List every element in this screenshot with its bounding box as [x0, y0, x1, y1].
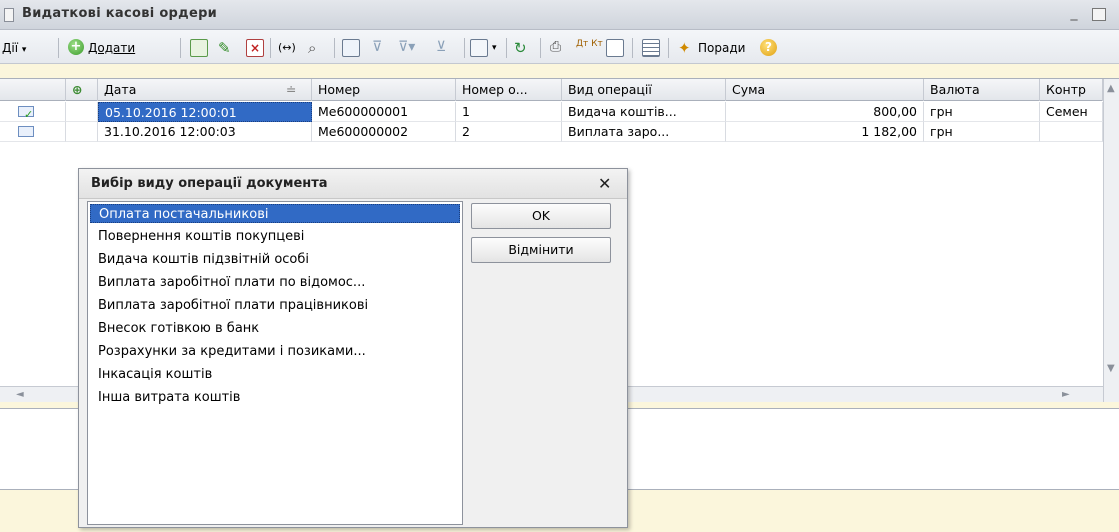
row-in-number[interactable]: 1: [456, 102, 562, 122]
document-icon: [18, 126, 34, 137]
toolbar-separator: [540, 38, 541, 58]
operation-type-dialog: Вибір виду операції документа ✕ Оплата п…: [78, 168, 628, 528]
cancel-button[interactable]: Відмінити: [471, 237, 611, 263]
tips-button[interactable]: Поради: [698, 37, 745, 59]
row-contractor[interactable]: Семен: [1040, 102, 1103, 122]
toolbar-separator: [464, 38, 465, 58]
list-item[interactable]: Інкасація коштів: [90, 365, 460, 384]
tips-icon: ✦: [678, 39, 691, 57]
header-operation[interactable]: Вид операції: [562, 79, 726, 101]
header-number[interactable]: Номер: [312, 79, 456, 101]
toolbar: Дії ▾ + Додати ✎ × (↔) ⌕ ⊽ ⊽▾ ⊻ ▾ ↻ ⎙ Дт…: [0, 30, 1119, 64]
search-icon[interactable]: ⌕: [308, 39, 326, 57]
scroll-up-icon[interactable]: ▲: [1107, 83, 1115, 94]
row-operation[interactable]: Виплата заро...: [562, 122, 726, 142]
header-sum[interactable]: Сума: [726, 79, 924, 101]
operation-type-list[interactable]: Оплата постачальникові Повернення коштів…: [87, 201, 463, 525]
header-posted: ⊕: [66, 79, 98, 101]
close-icon[interactable]: ✕: [598, 174, 611, 193]
header-status: [0, 79, 66, 101]
toolbar-separator: [668, 38, 669, 58]
add-button[interactable]: Додати: [88, 37, 135, 59]
edit-pencil-icon[interactable]: ✎: [218, 39, 236, 57]
sort-icon: ≐: [286, 82, 297, 97]
header-in-number[interactable]: Номер о...: [456, 79, 562, 101]
header-contractor[interactable]: Контр: [1040, 79, 1103, 101]
minimize-button[interactable]: _: [1066, 6, 1082, 22]
dialog-titlebar: Вибір виду операції документа ✕: [79, 169, 627, 199]
window-title: Видаткові касові ордери: [22, 6, 218, 21]
ok-button[interactable]: OK: [471, 203, 611, 229]
row-in-number[interactable]: 2: [456, 122, 562, 142]
filter-list-icon[interactable]: [342, 39, 360, 57]
table-header: ⊕ Дата ≐ Номер Номер о... Вид операції Су…: [0, 79, 1105, 101]
table-row[interactable]: ✓ 05.10.2016 12:00:01 Ме600000001 1 Вида…: [0, 102, 1105, 122]
row-date[interactable]: 05.10.2016 12:00:01: [98, 102, 312, 122]
navigate-icon[interactable]: [470, 39, 488, 57]
list-item[interactable]: Оплата постачальникові: [90, 204, 460, 223]
toolbar-separator: [632, 38, 633, 58]
delete-icon[interactable]: ×: [246, 39, 264, 57]
toolbar-separator: [334, 38, 335, 58]
scroll-right-icon[interactable]: ►: [1062, 389, 1070, 400]
header-currency[interactable]: Валюта: [924, 79, 1040, 101]
list-item[interactable]: Внесок готівкою в банк: [90, 319, 460, 338]
scroll-left-icon[interactable]: ◄: [16, 389, 24, 400]
actions-menu[interactable]: Дії ▾: [2, 37, 26, 59]
toolbar-separator: [58, 38, 59, 58]
filter-dropdown-icon[interactable]: ⊽▾: [398, 39, 416, 57]
chevron-down-icon: ▾: [21, 45, 27, 55]
row-date[interactable]: 31.10.2016 12:00:03: [98, 122, 312, 142]
list-item[interactable]: Інша витрата коштів: [90, 388, 460, 407]
row-sum[interactable]: 1 182,00: [726, 122, 924, 142]
list-item[interactable]: Виплата заробітної плати по відомос...: [90, 273, 460, 292]
help-icon[interactable]: ?: [760, 39, 777, 56]
row-number[interactable]: Ме600000002: [312, 122, 456, 142]
refresh-icon[interactable]: ↻: [514, 39, 532, 57]
scroll-down-icon[interactable]: ▼: [1107, 363, 1115, 374]
posted-icon: ⊕: [72, 82, 83, 97]
report-icon[interactable]: [606, 39, 624, 57]
clear-filter-icon[interactable]: ⊻: [436, 39, 454, 57]
row-status: ✓: [0, 102, 66, 122]
header-date[interactable]: Дата ≐: [98, 79, 312, 101]
header-date-label: Дата: [104, 82, 137, 97]
row-currency[interactable]: грн: [924, 102, 1040, 122]
row-contractor[interactable]: [1040, 122, 1103, 142]
list-item[interactable]: Виплата заробітної плати працівникові: [90, 296, 460, 315]
list-item[interactable]: Повернення коштів покупцеві: [90, 227, 460, 246]
maximize-button[interactable]: [1092, 8, 1106, 21]
window-titlebar: Видаткові касові ордери _: [0, 0, 1119, 30]
print-icon[interactable]: ⎙: [550, 39, 568, 57]
row-operation[interactable]: Видача коштів...: [562, 102, 726, 122]
vertical-scrollbar[interactable]: ▲ ▼: [1103, 79, 1119, 402]
posted-document-icon: ✓: [18, 106, 34, 121]
history-button[interactable]: (↔): [278, 37, 296, 59]
actions-menu-label: Дії: [2, 41, 19, 55]
row-status: [0, 122, 66, 142]
row-number[interactable]: Ме600000001: [312, 102, 456, 122]
row-sum[interactable]: 800,00: [726, 102, 924, 122]
toolbar-separator: [180, 38, 181, 58]
table-row[interactable]: 31.10.2016 12:00:03 Ме600000002 2 Виплат…: [0, 122, 1105, 142]
list-item[interactable]: Видача коштів підзвітній особі: [90, 250, 460, 269]
add-icon: +: [68, 39, 84, 55]
document-icon: [4, 8, 14, 22]
chevron-down-icon[interactable]: ▾: [492, 37, 497, 59]
toolbar-separator: [506, 38, 507, 58]
dt-kt-button[interactable]: Дт Кт: [576, 39, 603, 61]
row-currency[interactable]: грн: [924, 122, 1040, 142]
list-settings-icon[interactable]: [642, 39, 660, 57]
filter-icon[interactable]: ⊽: [372, 39, 390, 57]
row-posted: [66, 102, 98, 122]
row-posted: [66, 122, 98, 142]
list-item[interactable]: Розрахунки за кредитами і позиками...: [90, 342, 460, 361]
copy-document-icon[interactable]: [190, 39, 208, 57]
dialog-title: Вибір виду операції документа: [91, 176, 328, 191]
toolbar-separator: [270, 38, 271, 58]
